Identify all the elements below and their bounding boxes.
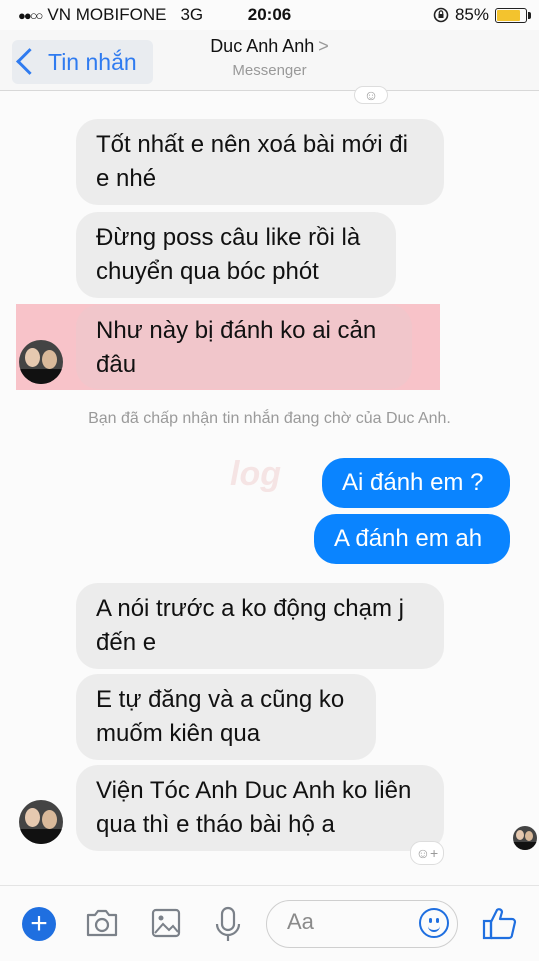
message-text: E tự đăng và a cũng ko muốm kiên qua (96, 686, 345, 747)
contact-name[interactable]: Duc Anh Anh > (0, 36, 539, 57)
header-subtitle: Messenger (232, 62, 307, 79)
message-input[interactable]: Aa (266, 900, 458, 948)
watermark-logo: log (230, 455, 281, 493)
battery-percent: 85% (454, 5, 489, 24)
react-icon[interactable]: ☺ (354, 86, 388, 104)
camera-icon[interactable] (84, 906, 120, 940)
add-icon[interactable]: + (22, 907, 56, 941)
image-icon[interactable] (150, 906, 182, 940)
message-text: A nói trước a ko động chạm j đến e (96, 595, 404, 656)
status-bar: ●●○○ VN MOBIFONE 3G 20:06 85% (0, 0, 539, 30)
message-bubble[interactable]: Viện Tóc Anh Duc Anh ko liên qua thì e t… (76, 765, 444, 851)
thumbs-up-icon[interactable] (482, 904, 518, 942)
conversation-header: Tin nhắn Duc Anh Anh > Messenger (0, 30, 539, 91)
message-bubble[interactable]: E tự đăng và a cũng ko muốm kiên qua (76, 674, 376, 760)
message-text: Tốt nhất e nên xoá bài mới đi e nhé (96, 131, 408, 192)
message-text: Đừng poss câu like rồi là chuyển qua bóc… (96, 224, 361, 285)
message-input-placeholder: Aa (287, 909, 314, 934)
message-bubble[interactable]: Như này bị đánh ko ai cản đâu (76, 305, 412, 389)
message-text: A đánh em ah (334, 525, 483, 552)
battery-fill (497, 9, 520, 21)
message-text: Ai đánh em ? (342, 469, 484, 496)
composer-bar: + Aa (0, 885, 539, 961)
contact-avatar[interactable] (19, 340, 63, 384)
message-bubble-outgoing[interactable]: A đánh em ah (314, 514, 510, 564)
message-bubble[interactable]: A nói trước a ko động chạm j đến e (76, 583, 444, 669)
status-right: 85% (433, 5, 531, 25)
seen-avatar (513, 826, 537, 850)
rotation-lock-icon (433, 7, 449, 23)
message-text: Như này bị đánh ko ai cản đâu (96, 317, 377, 378)
react-icon[interactable]: ☺+ (410, 841, 444, 865)
message-bubble-outgoing[interactable]: Ai đánh em ? (322, 458, 510, 508)
chevron-right-icon: > (318, 36, 329, 56)
emoji-icon[interactable] (419, 908, 449, 938)
battery-icon (495, 7, 531, 23)
message-bubble[interactable]: Đừng poss câu like rồi là chuyển qua bóc… (76, 212, 396, 298)
contact-name-text: Duc Anh Anh (210, 36, 315, 56)
contact-avatar[interactable] (19, 800, 63, 844)
message-bubble[interactable]: Tốt nhất e nên xoá bài mới đi e nhé (76, 119, 444, 205)
message-text: Viện Tóc Anh Duc Anh ko liên qua thì e t… (96, 777, 412, 838)
microphone-icon[interactable] (214, 906, 242, 944)
system-note: Bạn đã chấp nhận tin nhắn đang chờ của D… (88, 410, 451, 427)
